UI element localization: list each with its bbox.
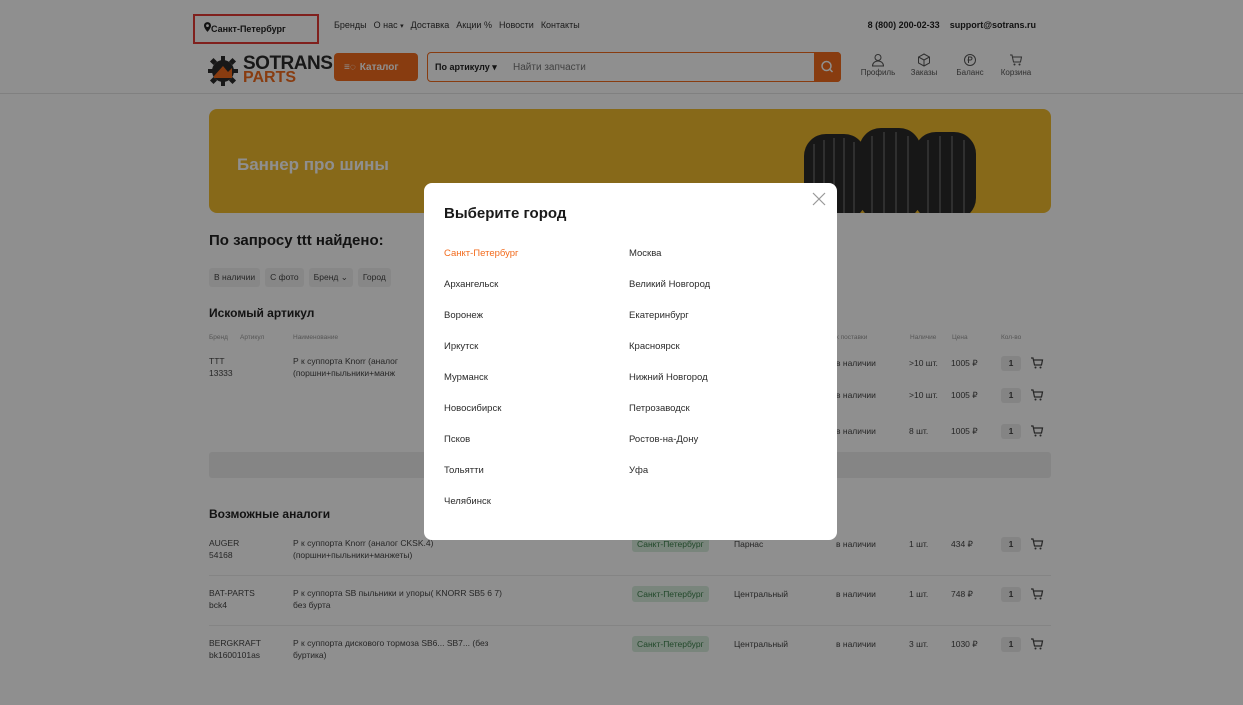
city-option[interactable]: Иркутск [444,341,478,352]
city-option[interactable]: Архангельск [444,279,498,290]
city-option[interactable]: Мурманск [444,372,488,383]
city-option-active[interactable]: Санкт-Петербург [444,248,519,259]
city-option[interactable]: Петрозаводск [629,403,690,414]
modal-overlay[interactable]: Выберите город Санкт-Петербург Архангель… [0,0,1243,705]
city-option[interactable]: Великий Новгород [629,279,710,290]
city-option[interactable]: Красноярск [629,341,680,352]
city-option[interactable]: Нижний Новгород [629,372,708,383]
city-option[interactable]: Новосибирск [444,403,501,414]
city-option[interactable]: Уфа [629,465,648,476]
city-option[interactable]: Ростов-на-Дону [629,434,698,445]
city-option[interactable]: Челябинск [444,496,491,507]
city-option[interactable]: Псков [444,434,470,445]
city-select-modal: Выберите город Санкт-Петербург Архангель… [424,183,837,540]
city-option[interactable]: Тольятти [444,465,484,476]
city-option[interactable]: Екатеринбург [629,310,689,321]
close-icon[interactable] [812,192,826,206]
city-option[interactable]: Москва [629,248,661,259]
city-option[interactable]: Воронеж [444,310,483,321]
modal-title: Выберите город [444,205,567,222]
